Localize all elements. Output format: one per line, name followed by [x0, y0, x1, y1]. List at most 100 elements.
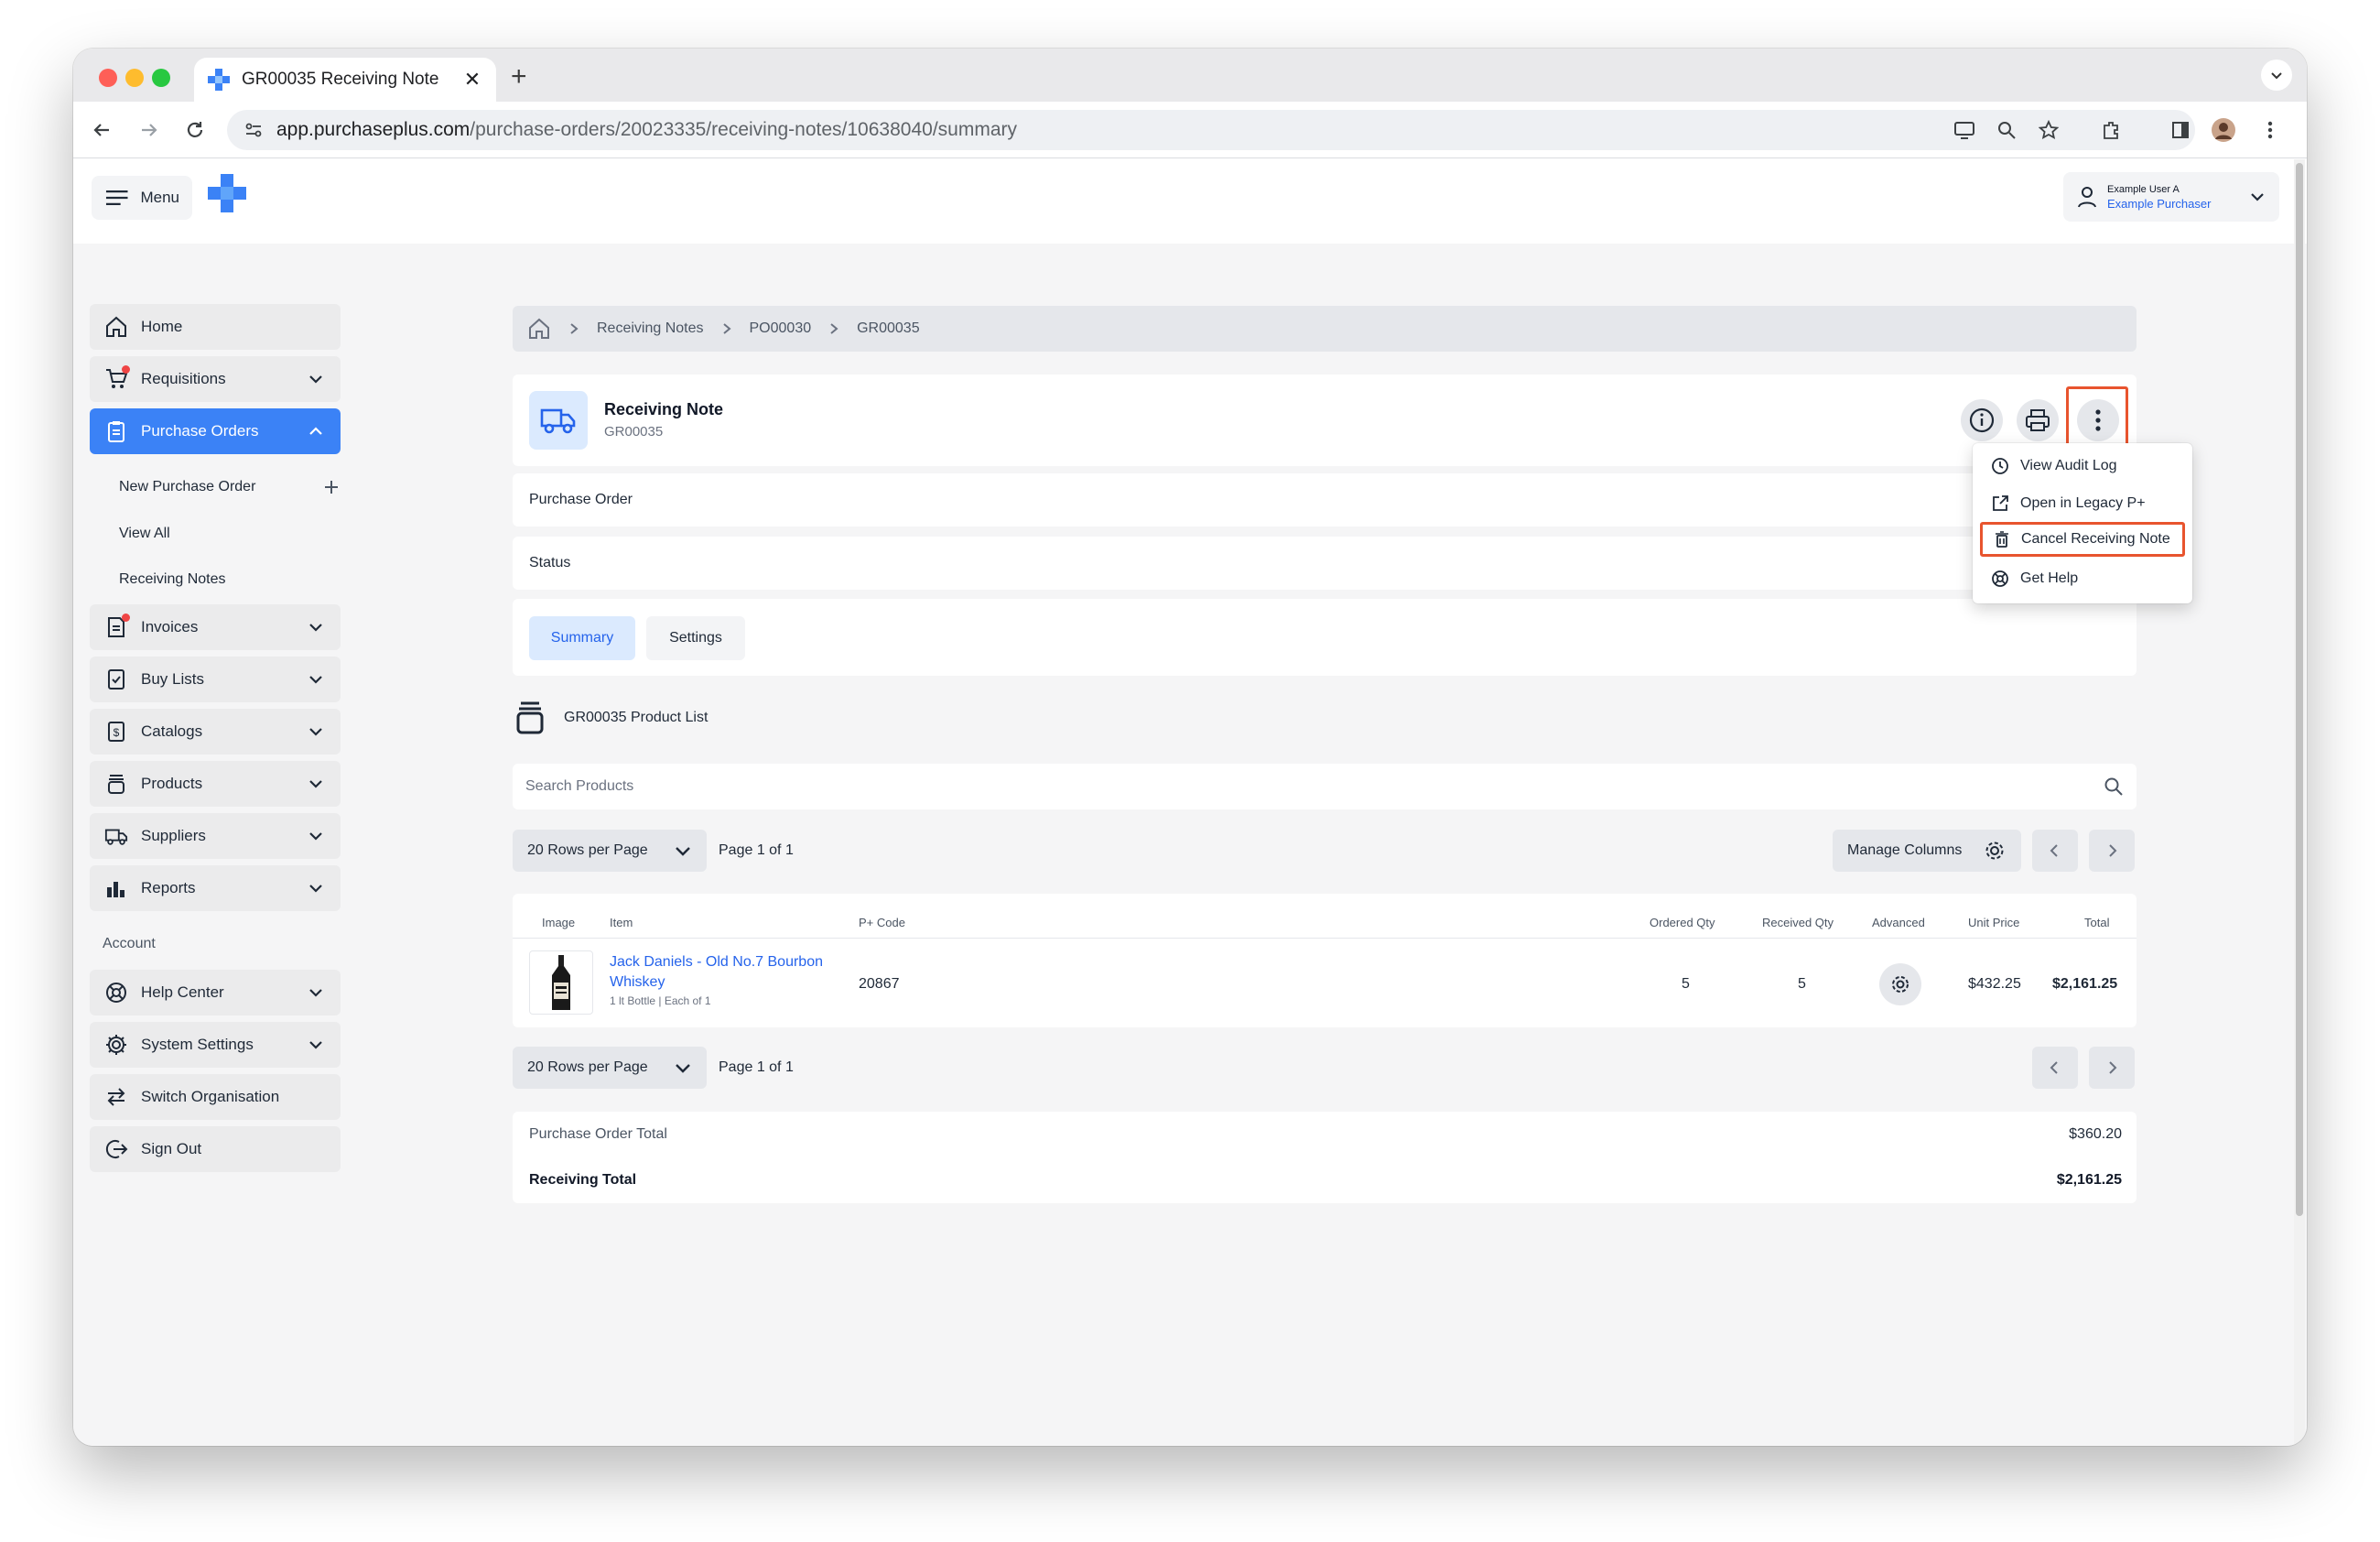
chevron-down-icon [2251, 193, 2264, 201]
browser-menu-icon[interactable] [2256, 115, 2285, 145]
menu-item-open-legacy[interactable]: Open in Legacy P+ [1980, 486, 2185, 521]
sidebar-item-help-center[interactable]: Help Center [90, 970, 341, 1015]
status-row[interactable]: Status [513, 537, 2137, 590]
sidebar-subitem-new-purchase-order[interactable]: New Purchase Order [119, 469, 341, 505]
extensions-icon[interactable] [2096, 115, 2126, 145]
site-settings-icon[interactable] [243, 120, 264, 140]
maximize-window-button[interactable] [152, 69, 170, 87]
chevron-down-icon [309, 624, 322, 632]
receiving-total-label: Receiving Total [529, 1172, 637, 1188]
browser-toolbar: app.purchaseplus.com/purchase-orders/200… [73, 102, 2307, 158]
page-indicator: Page 1 of 1 [719, 1059, 794, 1075]
column-header-item: Item [610, 916, 633, 929]
clipboard-icon [104, 419, 128, 443]
sidebar-item-requisitions[interactable]: Requisitions [90, 356, 341, 402]
whiskey-bottle-icon [552, 955, 570, 1010]
forward-arrow-icon[interactable] [134, 114, 165, 146]
hamburger-icon [105, 190, 128, 206]
product-image [529, 950, 593, 1015]
products-icon [516, 701, 544, 734]
zoom-icon[interactable] [1992, 115, 2021, 145]
side-panel-icon[interactable] [2166, 115, 2195, 145]
sidebar-item-switch-organisation[interactable]: Switch Organisation [90, 1074, 341, 1120]
po-total-row: Purchase Order Total $360.20 [529, 1126, 2122, 1143]
breadcrumb-purchase-order[interactable]: PO00030 [750, 320, 812, 337]
purchaseplus-logo[interactable] [207, 172, 247, 214]
back-arrow-icon[interactable] [86, 114, 117, 146]
sidebar-item-system-settings[interactable]: System Settings [90, 1022, 341, 1068]
next-page-button[interactable] [2089, 830, 2135, 872]
reload-icon[interactable] [179, 114, 211, 146]
sidebar-item-catalogs[interactable]: $ Catalogs [90, 709, 341, 755]
chevron-down-icon [309, 832, 322, 841]
sidebar-item-label: Help Center [141, 983, 224, 1001]
account-heading: Account [103, 936, 156, 951]
rows-per-page-select[interactable]: 20 Rows per Page [513, 1047, 707, 1089]
bar-chart-icon [104, 876, 128, 900]
sidebar-item-label: Buy Lists [141, 670, 204, 688]
menu-button[interactable]: Menu [92, 176, 192, 220]
close-tab-icon[interactable]: ✕ [461, 68, 483, 92]
sidebar-item-invoices[interactable]: Invoices [90, 604, 341, 650]
trash-icon [1996, 531, 2008, 548]
purchase-order-row[interactable]: Purchase Order [513, 473, 2137, 527]
purchaseplus-favicon-icon [208, 69, 230, 91]
sidebar-subitem-receiving-notes[interactable]: Receiving Notes [119, 561, 341, 598]
invoice-icon [104, 614, 130, 639]
lifebuoy-icon [104, 981, 128, 1004]
tab-search-chevron-icon[interactable] [2261, 60, 2292, 91]
table-divider [513, 938, 2137, 939]
url-path: /purchase-orders/20023335/receiving-note… [470, 119, 1017, 140]
sidebar-item-purchase-orders[interactable]: Purchase Orders [90, 408, 341, 454]
plus-icon[interactable] [322, 478, 341, 496]
minimize-window-button[interactable] [125, 69, 144, 87]
sidebar-item-label: Purchase Orders [141, 422, 259, 440]
search-input[interactable]: Search Products [513, 764, 2137, 809]
next-page-button[interactable] [2089, 1047, 2135, 1089]
chevron-down-icon [309, 780, 322, 788]
manage-columns-button[interactable]: Manage Columns [1833, 830, 2021, 872]
sidebar-item-buy-lists[interactable]: Buy Lists [90, 657, 341, 702]
previous-page-button[interactable] [2032, 830, 2078, 872]
truck-icon [529, 391, 588, 450]
sidebar-item-label: Products [141, 775, 203, 792]
menu-item-cancel-receiving-note[interactable]: Cancel Receiving Note [1980, 522, 2185, 557]
product-name-link[interactable]: Jack Daniels - Old No.7 Bourbon Whiskey [610, 952, 848, 993]
tab-summary[interactable]: Summary [529, 616, 635, 660]
sidebar-item-products[interactable]: Products [90, 761, 341, 807]
page-indicator: Page 1 of 1 [719, 842, 794, 858]
tab-settings[interactable]: Settings [646, 616, 745, 660]
info-button[interactable] [1961, 399, 2003, 441]
browser-tab[interactable]: GR00035 Receiving Note ✕ [194, 58, 496, 102]
page-scrollbar[interactable] [2294, 159, 2305, 1446]
notification-dot [122, 365, 130, 374]
previous-page-button[interactable] [2032, 1047, 2078, 1089]
rows-per-page-select[interactable]: 20 Rows per Page [513, 830, 707, 872]
user-menu-button[interactable]: Example User A Example Purchaser [2063, 172, 2279, 222]
menu-item-get-help[interactable]: Get Help [1980, 561, 2185, 596]
scrollbar-thumb[interactable] [2296, 163, 2303, 1216]
home-icon[interactable] [527, 317, 551, 341]
menu-item-view-audit-log[interactable]: View Audit Log [1980, 449, 2185, 483]
breadcrumb-receiving-notes[interactable]: Receiving Notes [597, 320, 704, 337]
products-icon [104, 772, 128, 796]
close-window-button[interactable] [99, 69, 117, 87]
sidebar-item-sign-out[interactable]: Sign Out [90, 1126, 341, 1172]
advanced-settings-button[interactable] [1879, 963, 1921, 1005]
receiving-note-header: Receiving Note GR00035 [513, 375, 2137, 466]
chevron-left-icon [2050, 844, 2058, 857]
profile-avatar[interactable] [2209, 115, 2238, 145]
address-bar[interactable]: app.purchaseplus.com/purchase-orders/200… [227, 110, 2195, 150]
search-icon[interactable] [2104, 776, 2124, 797]
cart-icon [104, 365, 130, 391]
sidebar-item-suppliers[interactable]: Suppliers [90, 813, 341, 859]
new-tab-icon[interactable]: + [511, 61, 527, 92]
sidebar-item-home[interactable]: Home [90, 304, 341, 350]
sidebar-item-reports[interactable]: Reports [90, 865, 341, 911]
sidebar-subitem-view-all[interactable]: View All [119, 516, 341, 552]
cast-icon[interactable] [1950, 115, 1979, 145]
chevron-right-icon [568, 322, 580, 335]
bookmark-star-icon[interactable] [2034, 115, 2063, 145]
manage-columns-label: Manage Columns [1847, 842, 1963, 858]
print-button[interactable] [2017, 399, 2059, 441]
